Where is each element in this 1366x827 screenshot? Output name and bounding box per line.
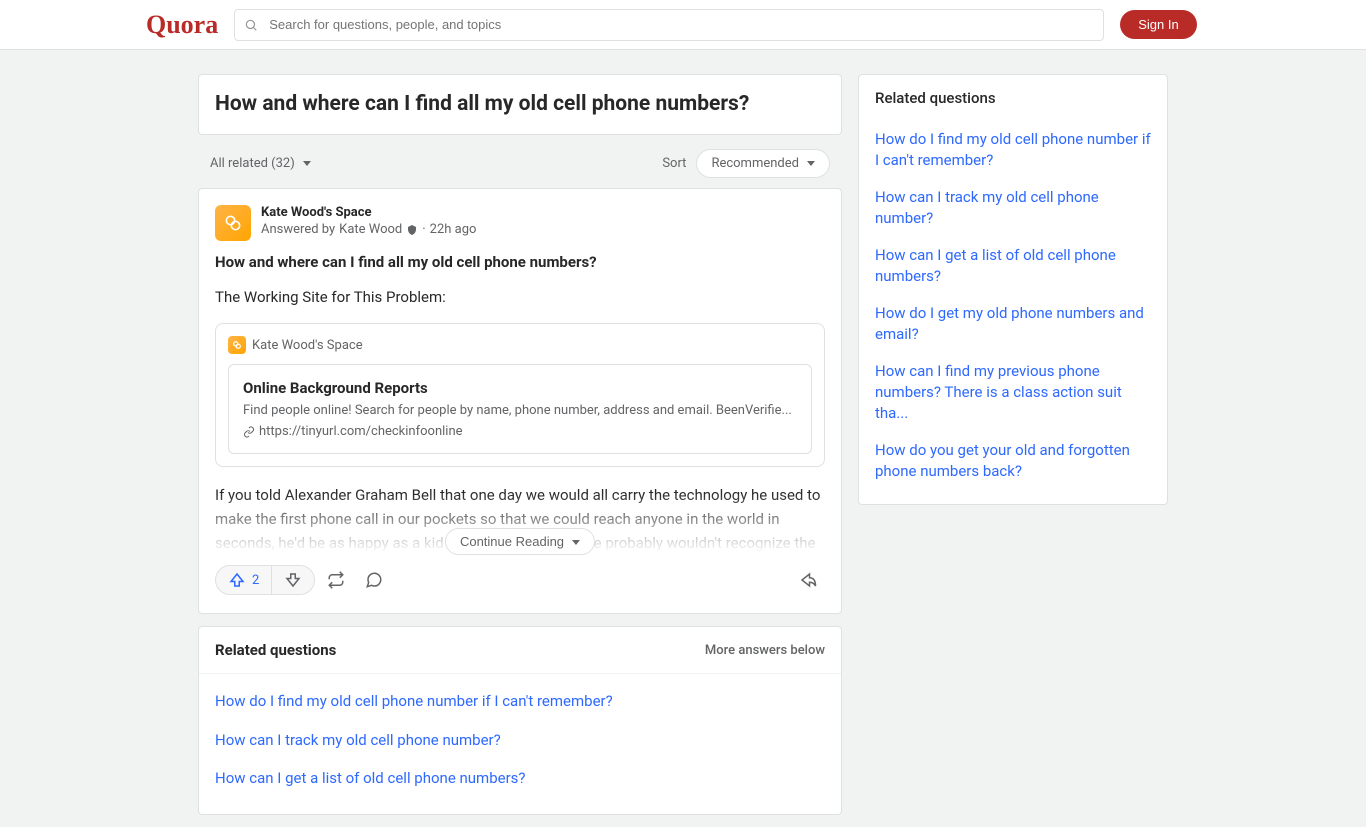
answer-question-repeat[interactable]: How and where can I find all my old cell…	[215, 253, 825, 271]
chevron-down-icon	[570, 534, 580, 549]
embed-source: Kate Wood's Space	[228, 336, 812, 354]
comment-button[interactable]	[357, 563, 391, 597]
continue-reading-button[interactable]: Continue Reading	[445, 528, 595, 555]
repost-button[interactable]	[319, 563, 353, 597]
avatar[interactable]	[215, 205, 251, 241]
embed-source-text: Kate Wood's Space	[252, 338, 363, 353]
sidebar-link[interactable]: How can I get a list of old cell phone n…	[875, 237, 1151, 295]
sidebar-related-card: Related questions How do I find my old c…	[858, 74, 1168, 505]
action-left: 2	[215, 563, 391, 597]
embed-url: https://tinyurl.com/checkinfoonline	[243, 424, 797, 439]
sort-controls: Sort Recommended	[662, 149, 830, 178]
all-related-label: All related (32)	[210, 156, 295, 171]
continue-label: Continue Reading	[460, 534, 564, 549]
related-questions-card: Related questions More answers below How…	[198, 626, 842, 815]
embed-card[interactable]: Kate Wood's Space Online Background Repo…	[215, 323, 825, 467]
related-link[interactable]: How can I track my old cell phone number…	[215, 721, 825, 760]
search-container	[234, 9, 1104, 41]
main-column: How and where can I find all my old cell…	[198, 74, 842, 827]
sort-label: Sort	[662, 156, 686, 171]
embed-title: Online Background Reports	[243, 379, 797, 397]
shield-icon	[406, 224, 418, 236]
answer-byline: Answered by Kate Wood · 22h ago	[261, 222, 476, 237]
question-card: How and where can I find all my old cell…	[198, 74, 842, 135]
answer-header: Kate Wood's Space Answered by Kate Wood …	[215, 205, 825, 241]
embed-avatar-icon	[228, 336, 246, 354]
action-bar: 2	[215, 563, 825, 597]
search-icon	[244, 18, 258, 32]
sidebar-link[interactable]: How can I track my old cell phone number…	[875, 179, 1151, 237]
search-input[interactable]	[234, 9, 1104, 41]
question-title: How and where can I find all my old cell…	[215, 91, 825, 118]
signin-button[interactable]: Sign In	[1120, 10, 1196, 39]
main-container: How and where can I find all my old cell…	[182, 74, 1184, 827]
answer-meta: Kate Wood's Space Answered by Kate Wood …	[261, 205, 476, 241]
sidebar-column: Related questions How do I find my old c…	[858, 74, 1168, 827]
vote-group: 2	[215, 565, 315, 595]
byline-prefix: Answered by	[261, 222, 335, 237]
embed-url-text: https://tinyurl.com/checkinfoonline	[259, 424, 463, 439]
answer-card: Kate Wood's Space Answered by Kate Wood …	[198, 188, 842, 614]
space-name[interactable]: Kate Wood's Space	[261, 205, 476, 220]
answer-intro: The Working Site for This Problem:	[215, 285, 825, 309]
sidebar-link[interactable]: How do I find my old cell phone number i…	[875, 121, 1151, 179]
separator: ·	[422, 222, 425, 237]
all-related-filter[interactable]: All related (32)	[210, 156, 311, 171]
author-link[interactable]: Kate Wood	[339, 222, 402, 237]
link-icon	[243, 426, 255, 438]
embed-inner: Online Background Reports Find people on…	[228, 364, 812, 454]
sidebar-link[interactable]: How do I get my old phone numbers and em…	[875, 295, 1151, 353]
timestamp[interactable]: 22h ago	[430, 222, 477, 237]
upvote-count: 2	[252, 573, 259, 588]
related-link[interactable]: How do I find my old cell phone number i…	[215, 682, 825, 721]
sidebar-link[interactable]: How can I find my previous phone numbers…	[875, 353, 1151, 432]
downvote-button[interactable]	[272, 566, 314, 594]
chevron-down-icon	[301, 156, 311, 171]
more-answers-below[interactable]: More answers below	[705, 643, 825, 658]
chevron-down-icon	[805, 156, 815, 171]
sidebar-title: Related questions	[875, 89, 1151, 107]
header: Quora Sign In	[0, 0, 1366, 50]
related-title: Related questions	[215, 641, 336, 659]
related-link[interactable]: How can I get a list of old cell phone n…	[215, 759, 825, 798]
sort-value: Recommended	[711, 156, 799, 171]
share-button[interactable]	[791, 563, 825, 597]
sidebar-link[interactable]: How do you get your old and forgotten ph…	[875, 432, 1151, 490]
sort-dropdown[interactable]: Recommended	[696, 149, 830, 178]
related-header: Related questions More answers below	[199, 627, 841, 674]
filter-row: All related (32) Sort Recommended	[198, 147, 842, 180]
embed-description: Find people online! Search for people by…	[243, 403, 797, 418]
upvote-button[interactable]: 2	[216, 566, 272, 594]
related-list: How do I find my old cell phone number i…	[199, 674, 841, 814]
quora-logo[interactable]: Quora	[146, 10, 218, 40]
